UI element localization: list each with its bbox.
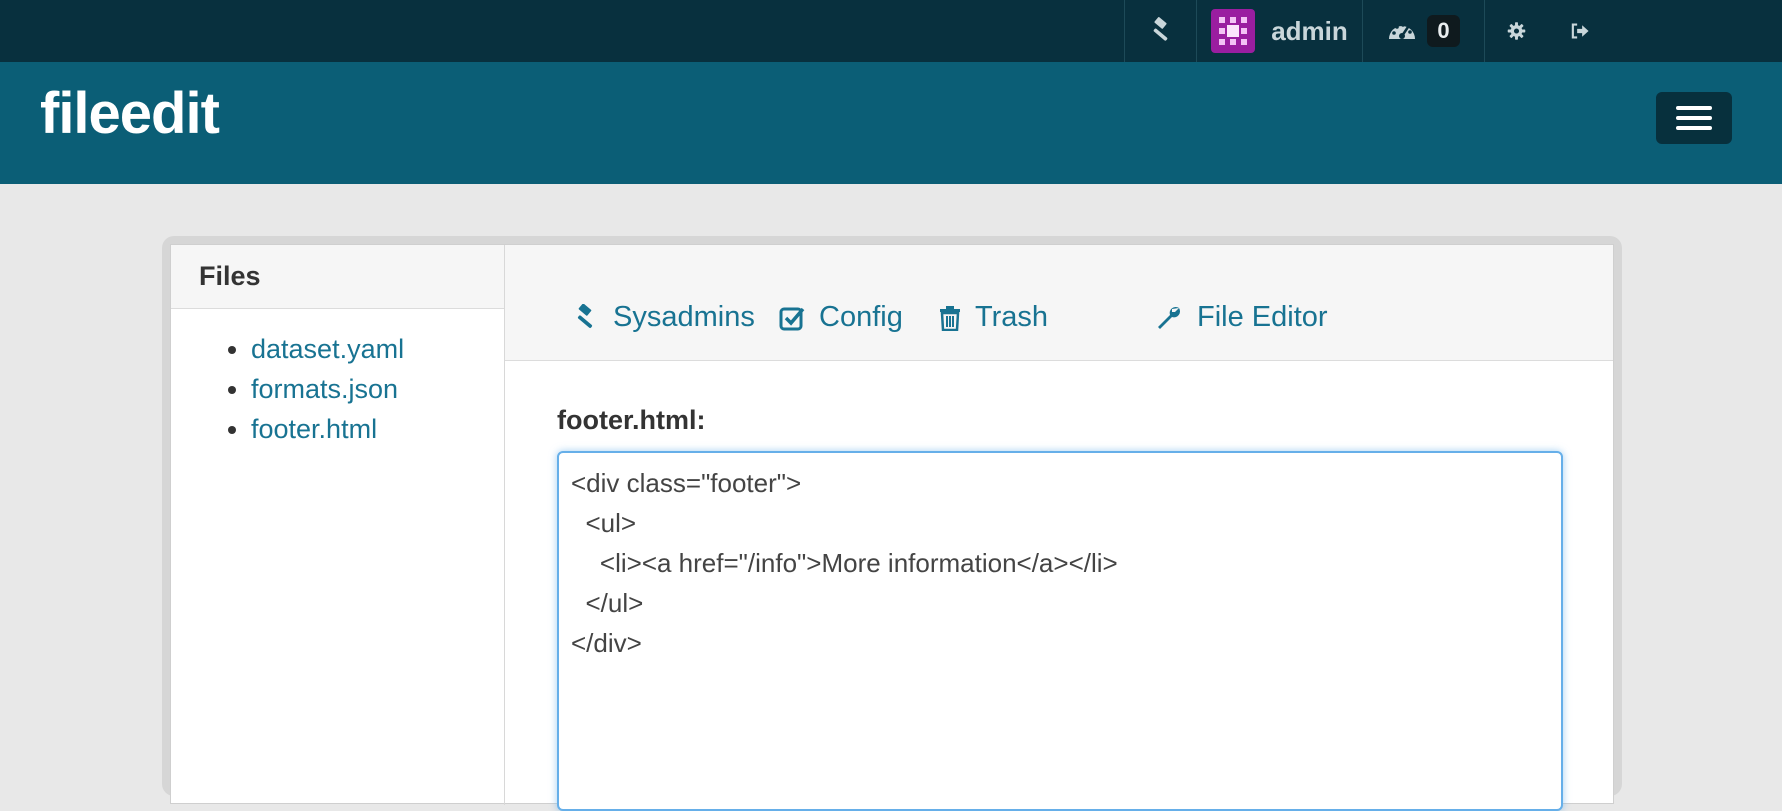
tab-label: File Editor [1197, 301, 1328, 333]
list-item: formats.json [251, 369, 504, 409]
user-profile-link[interactable]: admin [1196, 0, 1362, 62]
tab-bar: Sysadmins Config Trash File Editor [505, 245, 1613, 361]
files-heading: Files [171, 245, 504, 309]
settings-link[interactable] [1484, 0, 1548, 62]
username: admin [1271, 15, 1348, 46]
files-sidebar: Files dataset.yaml formats.json footer.h… [171, 245, 505, 805]
account-menu: admin 0 [1124, 0, 1612, 62]
list-item: dataset.yaml [251, 329, 504, 369]
content-area: Sysadmins Config Trash File Editor foote… [505, 245, 1613, 811]
dashboard-link[interactable]: 0 [1362, 0, 1484, 62]
account-bar: admin 0 [0, 0, 1782, 62]
tab-label: Config [819, 301, 903, 333]
file-link-footer-html[interactable]: footer.html [251, 414, 377, 444]
tab-trash[interactable]: Trash [939, 301, 1048, 334]
site-title[interactable]: fileedit [40, 80, 220, 147]
main-panel: Files dataset.yaml formats.json footer.h… [170, 244, 1614, 811]
sysadmin-link[interactable] [1124, 0, 1196, 62]
tab-label: Sysadmins [613, 301, 755, 333]
tab-label: Trash [975, 301, 1049, 333]
dashboard-icon [1389, 23, 1416, 39]
activity-count-badge: 0 [1427, 15, 1460, 47]
menu-toggle-button[interactable] [1656, 92, 1732, 144]
gavel-icon [1153, 17, 1168, 41]
file-link-formats-json[interactable]: formats.json [251, 374, 398, 404]
wrench-icon [1158, 306, 1181, 329]
masthead: fileedit [0, 62, 1782, 184]
trash-icon [940, 305, 960, 331]
editor-file-label: footer.html: [557, 405, 706, 435]
tab-file-editor[interactable]: File Editor [1155, 301, 1328, 334]
sign-out-icon [1571, 23, 1589, 39]
avatar [1211, 9, 1256, 53]
check-square-icon [779, 307, 805, 330]
main-wrapper: Files dataset.yaml formats.json footer.h… [162, 236, 1622, 811]
gavel-icon [577, 303, 593, 328]
logout-link[interactable] [1548, 0, 1612, 62]
tab-sysadmins[interactable]: Sysadmins [571, 301, 755, 334]
list-item: footer.html [251, 409, 504, 449]
file-content-editor[interactable]: <div class="footer"> <ul> <li><a href="/… [557, 451, 1563, 811]
file-link-dataset-yaml[interactable]: dataset.yaml [251, 334, 404, 364]
tab-config[interactable]: Config [779, 301, 903, 334]
hamburger-icon [1676, 106, 1712, 110]
gear-icon [1507, 22, 1526, 40]
file-list: dataset.yaml formats.json footer.html [171, 309, 504, 449]
